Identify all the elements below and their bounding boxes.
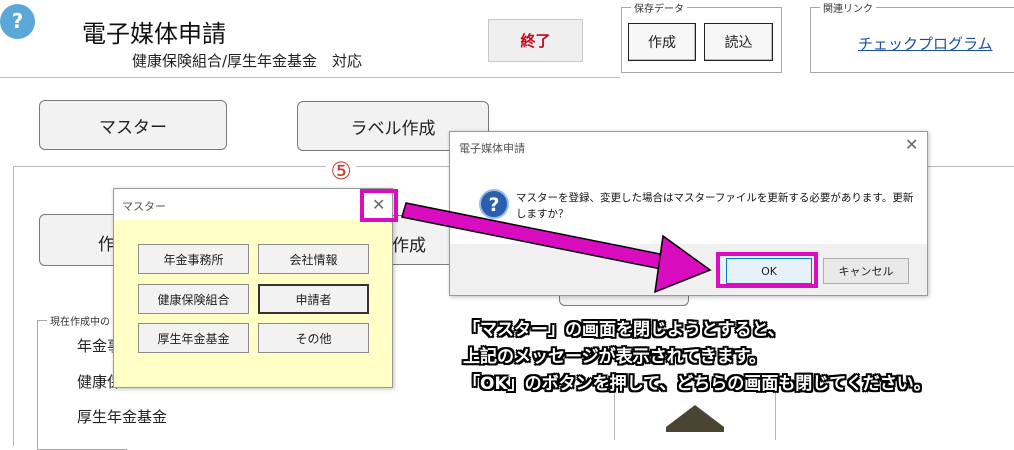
instruction-line-1: 「マスター」の画面を閉じようとすると、 [463, 320, 785, 340]
instruction-line-2: 上記のメッセージが表示されてきます。 [463, 347, 766, 367]
instruction-line-3: 「OK」のボタンを押して、どちらの画面も閉じてください。 [463, 374, 931, 394]
pointer-arrow [401, 202, 712, 294]
